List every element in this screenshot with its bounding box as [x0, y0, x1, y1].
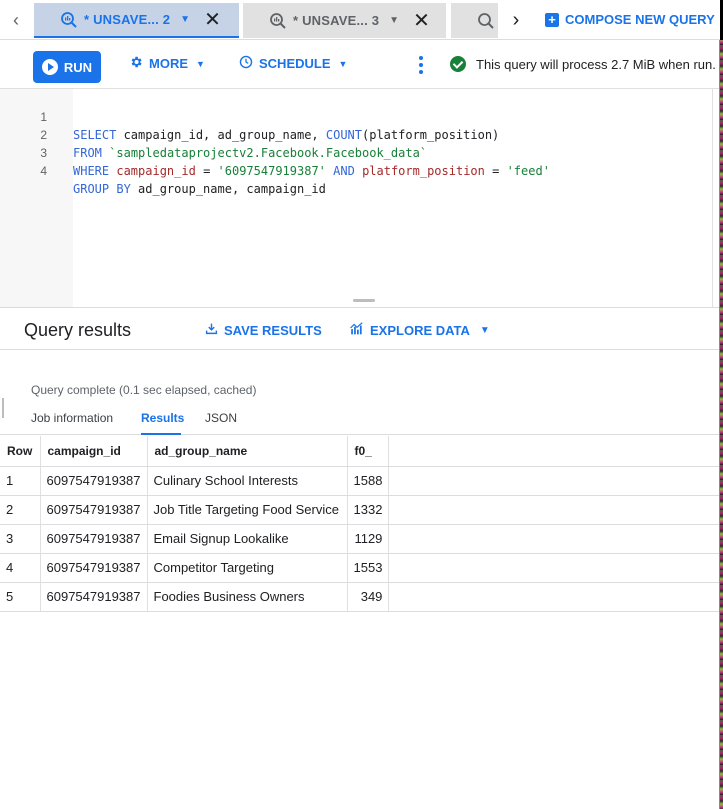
row-number: 1 — [0, 466, 41, 496]
results-subtabs: Job information Results JSON — [0, 404, 720, 435]
ad-group-name-cell: Job Title Targeting Food Service — [147, 495, 348, 525]
tab-menu-caret-icon[interactable]: ▼ — [180, 14, 190, 25]
column-header: Row — [0, 436, 41, 467]
explore-data-label: EXPLORE DATA — [370, 322, 470, 338]
compose-label: COMPOSE NEW QUERY — [565, 12, 715, 27]
tab-label: * UNSAVE... 2 — [84, 12, 171, 27]
ad-group-name-cell: Email Signup Lookalike — [147, 524, 348, 554]
f0-cell: 1588 — [347, 466, 390, 496]
query-icon — [269, 12, 287, 30]
results-title: Query results — [24, 320, 132, 340]
results-header: Query results SAVE RESULTS EXPLORE DATA … — [0, 307, 720, 350]
tabs-scroll-right-icon[interactable]: › — [502, 6, 530, 34]
clock-icon — [239, 55, 253, 72]
editor-line: 4 GROUP BY ad_group_name, campaign_id — [0, 144, 720, 196]
query-complete-text: Query complete (0.1 sec elapsed, cached) — [31, 383, 257, 397]
table-row: 1 6097547919387 Culinary School Interest… — [0, 466, 722, 496]
more-button[interactable]: MORE ▼ — [129, 55, 205, 72]
resize-handle[interactable] — [353, 299, 375, 302]
tabs-scroll-left-icon[interactable]: ‹ — [2, 6, 30, 34]
tab-results[interactable]: Results — [141, 411, 184, 425]
more-label: MORE — [149, 56, 188, 71]
gear-icon — [129, 55, 143, 72]
run-label: RUN — [63, 59, 93, 75]
table-header-row: Row campaign_id ad_group_name f0_ — [0, 436, 722, 467]
row-filler — [388, 553, 722, 583]
table-row: 2 6097547919387 Job Title Targeting Food… — [0, 495, 722, 525]
chevron-down-icon: ▼ — [479, 324, 490, 336]
tab-unsaved-2[interactable]: * UNSAVE... 2 ▼ ✕ — [34, 3, 239, 38]
ad-group-name-cell: Foodies Business Owners — [147, 582, 348, 612]
editor-line: 3 WHERE campaign_id = '6097547919387' AN… — [0, 126, 720, 178]
schedule-button[interactable]: SCHEDULE ▼ — [239, 55, 347, 72]
results-table: Row campaign_id ad_group_name f0_ 1 6097… — [0, 436, 722, 612]
close-tab-icon[interactable]: ✕ — [413, 8, 430, 33]
f0-cell: 1553 — [347, 553, 390, 583]
play-icon — [41, 59, 58, 75]
campaign-id-cell: 6097547919387 — [40, 582, 148, 612]
save-results-label: SAVE RESULTS — [224, 322, 322, 338]
status-text: This query will process 2.7 MiB when run… — [476, 56, 716, 72]
editor-scroll-rule — [712, 89, 713, 307]
ad-group-name-cell: Culinary School Interests — [147, 466, 348, 496]
sql-editor[interactable]: 1 SELECT campaign_id, ad_group_name, COU… — [0, 89, 720, 307]
save-results-button[interactable]: SAVE RESULTS — [205, 322, 322, 338]
header-filler — [388, 436, 722, 467]
row-number: 3 — [0, 524, 41, 554]
row-filler — [388, 524, 722, 554]
tab-job-information[interactable]: Job information — [31, 411, 113, 425]
chevron-down-icon: ▼ — [196, 58, 205, 69]
query-icon — [60, 11, 78, 29]
campaign-id-cell: 6097547919387 — [40, 553, 148, 583]
row-filler — [388, 466, 722, 496]
campaign-id-cell: 6097547919387 — [40, 466, 148, 496]
tab-strip: ‹ * UNSAVE... 2 ▼ ✕ * UNSAVE... 3 ▼ ✕ › … — [0, 0, 723, 40]
editor-line: 1 SELECT campaign_id, ad_group_name, COU… — [0, 90, 720, 142]
compose-new-query-button[interactable]: + COMPOSE NEW QUERY — [545, 12, 715, 27]
download-icon — [205, 322, 218, 338]
schedule-label: SCHEDULE — [259, 56, 331, 71]
close-tab-icon[interactable]: ✕ — [204, 7, 221, 32]
tab-label: * UNSAVE... 3 — [293, 13, 380, 28]
editor-line: 2 FROM `sampledataprojectv2.Facebook.Fac… — [0, 108, 720, 160]
explore-data-button[interactable]: EXPLORE DATA ▼ — [350, 322, 490, 338]
table-row: 5 6097547919387 Foodies Business Owners … — [0, 582, 722, 612]
column-header[interactable]: ad_group_name — [147, 436, 348, 467]
f0-cell: 1332 — [347, 495, 390, 525]
row-number: 2 — [0, 495, 41, 525]
ad-group-name-cell: Competitor Targeting — [147, 553, 348, 583]
row-number: 4 — [0, 553, 41, 583]
active-tab-indicator — [141, 433, 181, 435]
table-row: 3 6097547919387 Email Signup Lookalike 1… — [0, 524, 722, 554]
f0-cell: 349 — [347, 582, 390, 612]
column-header[interactable]: campaign_id — [40, 436, 148, 467]
run-button[interactable]: RUN — [33, 51, 101, 83]
table-row: 4 6097547919387 Competitor Targeting 155… — [0, 553, 722, 583]
campaign-id-cell: 6097547919387 — [40, 524, 148, 554]
row-filler — [388, 582, 722, 612]
column-header[interactable]: f0_ — [347, 436, 390, 467]
check-circle-icon — [450, 56, 466, 72]
line-code: GROUP BY ad_group_name, campaign_id — [73, 182, 326, 196]
tab-menu-caret-icon[interactable]: ▼ — [389, 15, 399, 26]
line-code: WHERE campaign_id = '6097547919387' AND … — [73, 164, 550, 178]
campaign-id-cell: 6097547919387 — [40, 495, 148, 525]
tab-unsaved-3[interactable]: * UNSAVE... 3 ▼ ✕ — [243, 3, 446, 38]
row-number: 5 — [0, 582, 41, 612]
tab-json[interactable]: JSON — [205, 411, 237, 425]
f0-cell: 1129 — [347, 524, 390, 554]
query-validation-status: This query will process 2.7 MiB when run… — [450, 56, 716, 72]
row-filler — [388, 495, 722, 525]
plus-icon: + — [545, 12, 559, 27]
tab-partial[interactable] — [451, 3, 498, 38]
line-number: 4 — [40, 164, 47, 178]
chevron-down-icon: ▼ — [338, 58, 348, 69]
chart-icon — [350, 322, 364, 338]
query-toolbar: RUN MORE ▼ SCHEDULE ▼ This query will pr… — [0, 41, 720, 89]
query-icon — [477, 12, 495, 30]
more-options-icon[interactable] — [415, 55, 427, 75]
